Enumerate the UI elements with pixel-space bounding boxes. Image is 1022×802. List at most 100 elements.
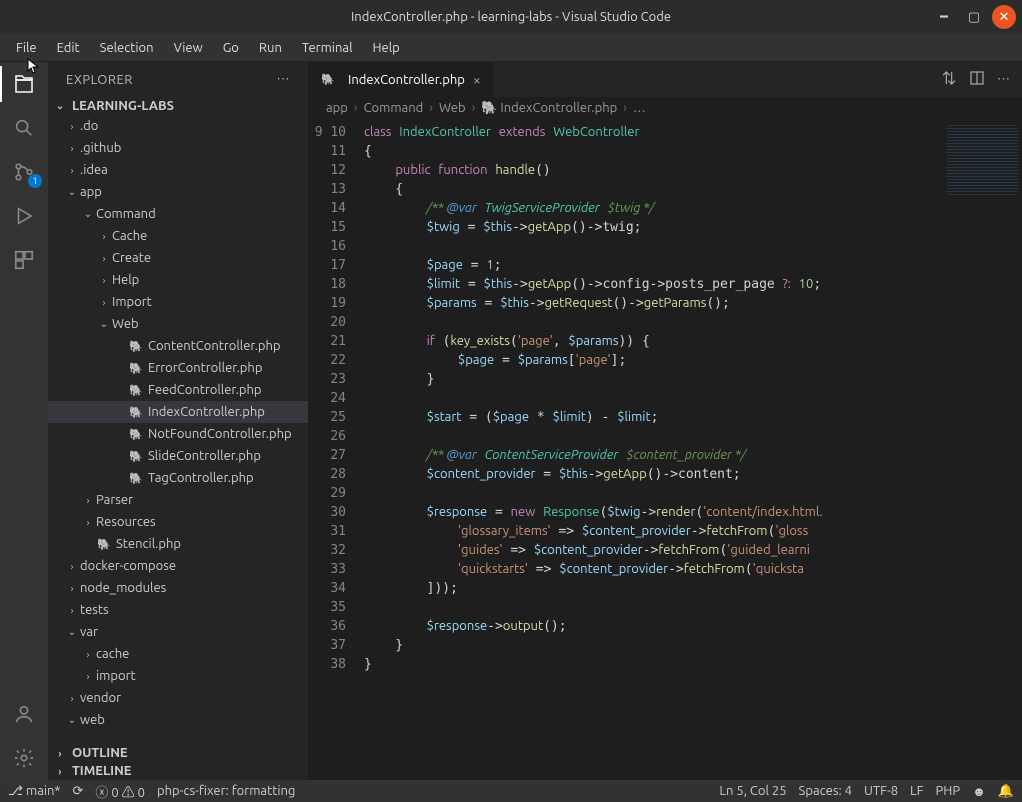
file-ContentController.php[interactable]: 🐘ContentController.php xyxy=(48,335,308,357)
tabs-row: 🐘 IndexController.php × ⋯ xyxy=(308,62,1022,97)
more-icon[interactable]: ⋯ xyxy=(277,72,291,87)
folder-Create[interactable]: ›Create xyxy=(48,247,308,269)
folder-Command[interactable]: ⌄Command xyxy=(48,203,308,225)
feedback-icon[interactable]: ☻ xyxy=(972,784,986,799)
php-icon: 🐘 xyxy=(128,450,144,463)
tab-active[interactable]: 🐘 IndexController.php × xyxy=(308,62,494,97)
menubar: FileEditSelectionViewGoRunTerminalHelp xyxy=(0,34,1022,62)
folder-.do[interactable]: ›.do xyxy=(48,115,308,137)
menu-help[interactable]: Help xyxy=(364,38,407,58)
settings-icon[interactable] xyxy=(10,744,38,772)
bell-icon[interactable]: 🔔 xyxy=(998,784,1014,799)
folder-node_modules[interactable]: ›node_modules xyxy=(48,577,308,599)
timeline-section[interactable]: ›TIMELINE xyxy=(48,762,308,780)
split-icon[interactable] xyxy=(969,70,985,89)
crumb-3[interactable]: 🐘 IndexController.php xyxy=(481,101,617,116)
crumb-2[interactable]: Web xyxy=(439,101,466,115)
menu-selection[interactable]: Selection xyxy=(92,38,162,58)
sidebar: EXPLORER ⋯ ⌄LEARNING-LABS ›.do›.github›.… xyxy=(48,62,308,780)
editor[interactable]: 9 10 11 12 13 14 15 16 17 18 19 20 21 22… xyxy=(308,119,1022,780)
folder-Web[interactable]: ⌄Web xyxy=(48,313,308,335)
php-icon: 🐘 xyxy=(320,73,336,86)
folder-Parser[interactable]: ›Parser xyxy=(48,489,308,511)
minimap[interactable] xyxy=(942,119,1022,780)
folder-Cache[interactable]: ›Cache xyxy=(48,225,308,247)
tab-actions: ⋯ xyxy=(941,62,1022,97)
tab-label: IndexController.php xyxy=(348,73,465,87)
folder-import[interactable]: ›import xyxy=(48,665,308,687)
menu-file[interactable]: File xyxy=(8,38,45,58)
folder-Resources[interactable]: ›Resources xyxy=(48,511,308,533)
debug-icon[interactable] xyxy=(10,202,38,230)
php-icon: 🐘 xyxy=(128,384,144,397)
cursor-pos[interactable]: Ln 5, Col 25 xyxy=(719,784,786,798)
titlebar: IndexController.php - learning-labs - Vi… xyxy=(0,0,1022,34)
editor-area: 🐘 IndexController.php × ⋯ app›Command›We… xyxy=(308,62,1022,780)
gutter: 9 10 11 12 13 14 15 16 17 18 19 20 21 22… xyxy=(308,119,364,780)
crumb-0[interactable]: app xyxy=(326,101,348,115)
php-icon: 🐘 xyxy=(128,428,144,441)
folder-vendor[interactable]: ›vendor xyxy=(48,687,308,709)
branch-indicator[interactable]: ⎇ main* xyxy=(8,784,60,799)
scm-badge: 1 xyxy=(28,174,42,188)
folder-Import[interactable]: ›Import xyxy=(48,291,308,313)
compare-icon[interactable] xyxy=(941,70,957,89)
statusbar: ⎇ main* ⟳ ⓧ 0 ⚠ 0 php-cs-fixer: formatti… xyxy=(0,780,1022,802)
menu-terminal[interactable]: Terminal xyxy=(294,38,361,58)
scm-icon[interactable]: 1 xyxy=(10,158,38,186)
sync-icon[interactable]: ⟳ xyxy=(72,784,83,799)
formatter-status[interactable]: php-cs-fixer: formatting xyxy=(157,784,295,798)
folder-.idea[interactable]: ›.idea xyxy=(48,159,308,181)
file-NotFoundController.php[interactable]: 🐘NotFoundController.php xyxy=(48,423,308,445)
lang-mode[interactable]: PHP xyxy=(936,784,961,798)
maximize-button[interactable]: ▢ xyxy=(962,5,986,29)
outline-section[interactable]: ›OUTLINE xyxy=(48,744,308,762)
folder-var[interactable]: ⌄var xyxy=(48,621,308,643)
menu-view[interactable]: View xyxy=(166,38,211,58)
php-icon: 🐘 xyxy=(128,362,144,375)
eol[interactable]: LF xyxy=(910,784,923,798)
php-icon: 🐘 xyxy=(128,340,144,353)
file-TagController.php[interactable]: 🐘TagController.php xyxy=(48,467,308,489)
folder-tests[interactable]: ›tests xyxy=(48,599,308,621)
indentation[interactable]: Spaces: 4 xyxy=(799,784,852,798)
folder-app[interactable]: ⌄app xyxy=(48,181,308,203)
window-title: IndexController.php - learning-labs - Vi… xyxy=(351,10,671,24)
file-SlideController.php[interactable]: 🐘SlideController.php xyxy=(48,445,308,467)
file-tree: ›.do›.github›.idea⌄app⌄Command›Cache›Cre… xyxy=(48,115,308,744)
window-controls: ━ ▢ ✕ xyxy=(932,5,1016,29)
menu-edit[interactable]: Edit xyxy=(49,38,88,58)
sidebar-header: EXPLORER ⋯ xyxy=(48,62,308,97)
tab-close-icon[interactable]: × xyxy=(473,72,481,88)
php-icon: 🐘 xyxy=(128,406,144,419)
project-section[interactable]: ⌄LEARNING-LABS xyxy=(48,97,308,115)
file-IndexController.php[interactable]: 🐘IndexController.php xyxy=(48,401,308,423)
encoding[interactable]: UTF-8 xyxy=(864,784,898,798)
file-Stencil.php[interactable]: 🐘Stencil.php xyxy=(48,533,308,555)
php-icon: 🐘 xyxy=(96,538,112,551)
php-icon: 🐘 xyxy=(128,472,144,485)
account-icon[interactable] xyxy=(10,700,38,728)
problems-indicator[interactable]: ⓧ 0 ⚠ 0 xyxy=(95,782,145,801)
file-FeedController.php[interactable]: 🐘FeedController.php xyxy=(48,379,308,401)
activity-bar: 1 xyxy=(0,62,48,780)
close-button[interactable]: ✕ xyxy=(992,5,1016,29)
folder-.github[interactable]: ›.github xyxy=(48,137,308,159)
menu-go[interactable]: Go xyxy=(215,38,247,58)
crumb-4[interactable]: … xyxy=(633,101,646,115)
extensions-icon[interactable] xyxy=(10,246,38,274)
minimize-button[interactable]: ━ xyxy=(932,5,956,29)
folder-Help[interactable]: ›Help xyxy=(48,269,308,291)
explorer-title: EXPLORER xyxy=(66,73,133,87)
folder-web[interactable]: ⌄web xyxy=(48,709,308,731)
breadcrumb[interactable]: app›Command›Web›🐘 IndexController.php›… xyxy=(308,97,1022,119)
explorer-icon[interactable] xyxy=(10,70,38,98)
file-ErrorController.php[interactable]: 🐘ErrorController.php xyxy=(48,357,308,379)
folder-cache[interactable]: ›cache xyxy=(48,643,308,665)
more-actions-icon[interactable]: ⋯ xyxy=(997,72,1010,87)
search-icon[interactable] xyxy=(10,114,38,142)
crumb-1[interactable]: Command xyxy=(364,101,424,115)
code[interactable]: class IndexController extends WebControl… xyxy=(364,119,942,780)
folder-docker-compose[interactable]: ›docker-compose xyxy=(48,555,308,577)
menu-run[interactable]: Run xyxy=(251,38,290,58)
